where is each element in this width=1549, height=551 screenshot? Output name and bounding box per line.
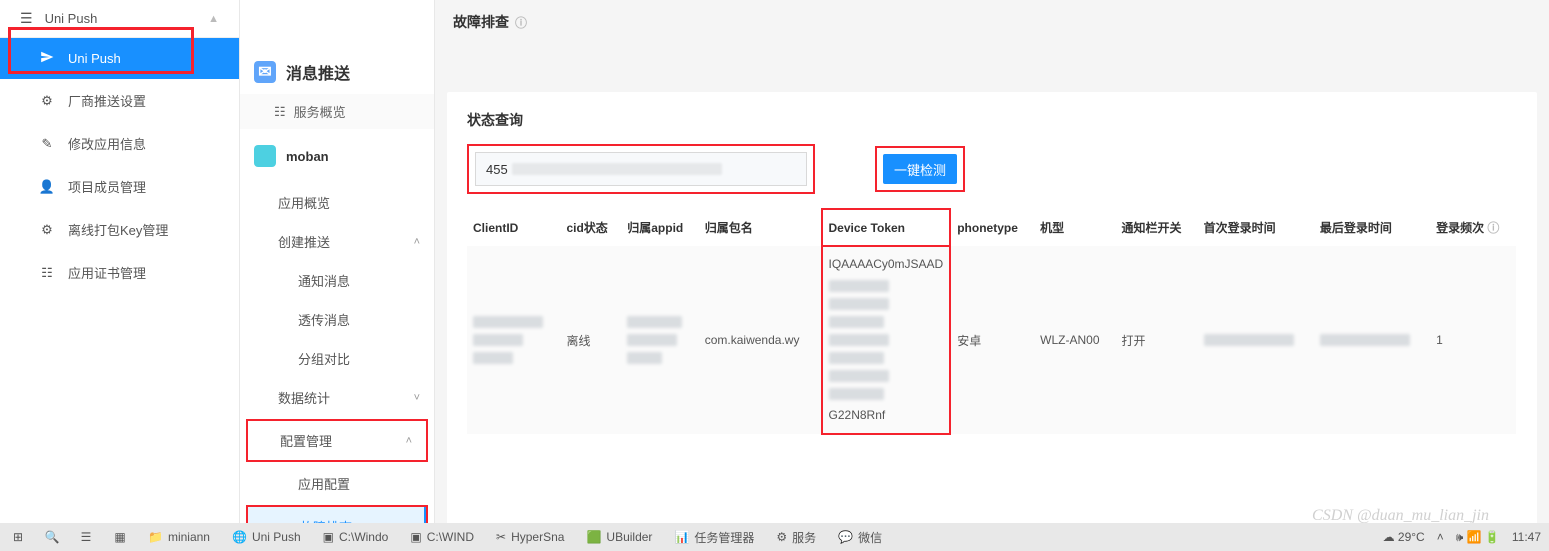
th-cidstatus: cid状态 — [560, 209, 621, 246]
list-icon: ☷ — [40, 266, 54, 280]
cell-appid — [621, 246, 699, 434]
sidebar-header[interactable]: ☰ Uni Push ▲ — [0, 0, 239, 38]
table-row: 离线 com.kaiwenda.wy IQAAAACy0mJSAAD G22N8… — [467, 246, 1516, 434]
cell-lastlogin — [1314, 246, 1430, 434]
mid-sidebar: ✉ 消息推送 ☷ 服务概览 moban 应用概览 创建推送 ˄ 通知消息 透传消… — [240, 0, 435, 540]
cell-devicetoken: IQAAAACy0mJSAAD G22N8Rnf — [822, 246, 951, 434]
user-icon: 👤 — [40, 180, 54, 194]
taskbar-app[interactable]: ▣ C:\WIND — [406, 528, 478, 546]
taskbar-app[interactable]: 💬 微信 — [834, 527, 886, 548]
tray-icons[interactable]: 🕪 📶 🔋 — [1456, 530, 1500, 545]
sidebar-item-label: Uni Push — [68, 51, 121, 66]
nav-config-mgmt[interactable]: 配置管理 ˄ — [248, 421, 426, 460]
mid-header: ✉ 消息推送 — [240, 50, 434, 94]
chevron-up-icon: ˄ — [414, 236, 420, 248]
clock[interactable]: 11:47 — [1512, 530, 1541, 544]
th-clientid: ClientID — [467, 209, 560, 246]
th-model: 机型 — [1034, 209, 1115, 246]
list-icon: ☷ — [274, 104, 286, 120]
cell-package: com.kaiwenda.wy — [699, 246, 822, 434]
menu-icon: ☰ — [20, 10, 33, 27]
sidebar-item-unipush[interactable]: Uni Push — [0, 38, 239, 79]
chevron-down-icon: ˅ — [414, 392, 420, 404]
th-phonetype: phonetype — [950, 209, 1034, 246]
moban-group[interactable]: moban — [240, 129, 434, 183]
th-package: 归属包名 — [699, 209, 822, 246]
sidebar-item-label: 厂商推送设置 — [68, 91, 146, 110]
nav-app-config[interactable]: 应用配置 — [240, 464, 434, 503]
taskbar-app[interactable]: 🌐 Uni Push — [228, 528, 305, 546]
cell-clientid — [467, 246, 560, 434]
nav-create-push[interactable]: 创建推送 ˄ — [240, 222, 434, 261]
cell-firstlogin — [1198, 246, 1314, 434]
th-firstlogin: 首次登录时间 — [1198, 209, 1314, 246]
pin-icon[interactable]: ▦ — [110, 527, 130, 547]
app-icon — [254, 145, 276, 167]
search-icon[interactable]: 🔍 — [42, 527, 62, 547]
tray-chevron[interactable]: ˄ — [1437, 530, 1444, 544]
nav-notify-msg[interactable]: 通知消息 — [240, 261, 434, 300]
cell-model: WLZ-AN00 — [1034, 246, 1115, 434]
mid-title: 消息推送 — [286, 60, 350, 84]
send-icon — [40, 50, 54, 67]
cell-notify: 打开 — [1115, 246, 1197, 434]
th-freq: 登录频次 ⓘ — [1430, 209, 1516, 246]
th-notify: 通知栏开关 — [1115, 209, 1197, 246]
sidebar-item-label: 应用证书管理 — [68, 263, 146, 282]
sidebar-item-label: 离线打包Key管理 — [68, 220, 168, 239]
sidebar-item-label: 修改应用信息 — [68, 134, 146, 153]
result-table: ClientID cid状态 归属appid 归属包名 Device Token… — [467, 208, 1517, 435]
input-value: 455 — [486, 162, 508, 177]
main-content: 故障排查 ⓘ 状态查询 455 一键检测 ClientID cid状态 — [435, 0, 1549, 540]
taskbar-app[interactable]: 📊 任务管理器 — [670, 527, 758, 548]
sidebar-item-members[interactable]: 👤 项目成员管理 — [0, 165, 239, 208]
nav-group-compare[interactable]: 分组对比 — [240, 339, 434, 378]
nav-data-stats[interactable]: 数据统计 ˅ — [240, 378, 434, 417]
cell-phonetype: 安卓 — [950, 246, 1034, 434]
left-sidebar: ☰ Uni Push ▲ Uni Push ⚙ 厂商推送设置 ✎ 修改应用信息 … — [0, 0, 240, 540]
th-devicetoken: Device Token — [822, 209, 951, 246]
chevron-up-icon: ▲ — [208, 13, 219, 25]
edit-icon: ✎ — [40, 137, 54, 151]
weather-widget[interactable]: ☁ 29°C — [1383, 530, 1425, 544]
service-overview[interactable]: ☷ 服务概览 — [240, 94, 434, 129]
taskbar-app[interactable]: ▣ C:\Windo — [319, 528, 393, 546]
taskbar-app[interactable]: 🟩 UBuilder — [582, 528, 656, 546]
sidebar-item-modify[interactable]: ✎ 修改应用信息 — [0, 122, 239, 165]
help-icon[interactable]: ⓘ — [1487, 221, 1499, 235]
sidebar-item-vendor[interactable]: ⚙ 厂商推送设置 — [0, 79, 239, 122]
cell-cidstatus: 离线 — [560, 246, 621, 434]
th-lastlogin: 最后登录时间 — [1314, 209, 1430, 246]
nav-app-overview[interactable]: 应用概览 — [240, 183, 434, 222]
page-title: 故障排查 ⓘ — [447, 0, 1537, 44]
message-icon: ✉ — [254, 61, 276, 83]
help-icon[interactable]: ⓘ — [515, 14, 527, 31]
start-icon[interactable]: ⊞ — [8, 527, 28, 547]
sidebar-item-certs[interactable]: ☷ 应用证书管理 — [0, 251, 239, 294]
gear-icon: ⚙ — [40, 223, 54, 237]
taskbar[interactable]: ⊞ 🔍 ☰ ▦ 📁 miniann 🌐 Uni Push ▣ C:\Windo … — [0, 523, 1549, 551]
cell-freq: 1 — [1430, 246, 1516, 434]
sidebar-item-label: 项目成员管理 — [68, 177, 146, 196]
gear-icon: ⚙ — [40, 94, 54, 108]
blurred-text — [512, 163, 722, 175]
taskbar-app[interactable]: 📁 miniann — [144, 528, 214, 546]
sidebar-item-offlinekey[interactable]: ⚙ 离线打包Key管理 — [0, 208, 239, 251]
th-appid: 归属appid — [621, 209, 699, 246]
taskbar-app[interactable]: ⚙ 服务 — [772, 527, 820, 548]
nav-transparent-msg[interactable]: 透传消息 — [240, 300, 434, 339]
cid-input-wrap[interactable]: 455 — [475, 152, 807, 186]
taskview-icon[interactable]: ☰ — [76, 527, 96, 547]
chevron-up-icon: ˄ — [406, 435, 412, 447]
sidebar-title: Uni Push — [45, 11, 197, 26]
detect-button[interactable]: 一键检测 — [883, 154, 957, 184]
taskbar-app[interactable]: ✂ HyperSna — [492, 528, 568, 546]
section-title: 状态查询 — [467, 110, 1517, 130]
